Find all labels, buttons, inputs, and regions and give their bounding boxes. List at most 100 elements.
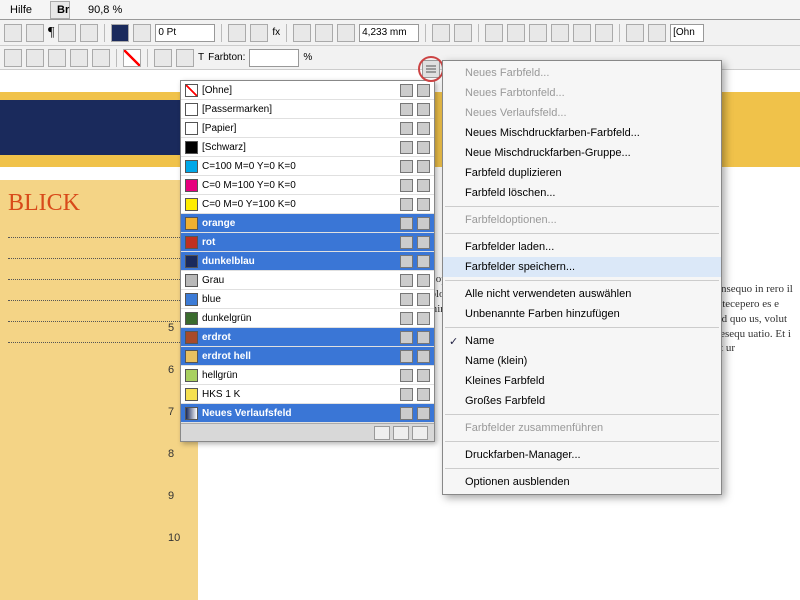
zoom-level[interactable]: 90,8 %: [82, 2, 128, 18]
tool-icon[interactable]: [648, 24, 666, 42]
menu-item[interactable]: Farbfeld löschen...: [443, 183, 721, 203]
delete-swatch-button[interactable]: [412, 426, 428, 440]
swatch-row[interactable]: dunkelgrün: [181, 309, 434, 328]
tint-unit: %: [303, 52, 312, 63]
swatch-chip: [185, 255, 198, 268]
swatch-row[interactable]: Neues Verlaufsfeld: [181, 404, 434, 423]
menu-help[interactable]: Hilfe: [4, 2, 38, 18]
swatch-type-icon: [400, 274, 413, 287]
swatch-chip: [185, 84, 198, 97]
tool-icon[interactable]: [58, 24, 76, 42]
swatch-row[interactable]: erdrot hell: [181, 347, 434, 366]
swatch-row[interactable]: C=0 M=0 Y=100 K=0: [181, 195, 434, 214]
bridge-button[interactable]: Br: [50, 1, 70, 19]
tool-icon[interactable]: [573, 24, 591, 42]
tool-icon[interactable]: [293, 24, 311, 42]
menu-item[interactable]: Farbfelder laden...: [443, 237, 721, 257]
swatch-row[interactable]: [Passermarken]: [181, 100, 434, 119]
swatch-mode-icon: [417, 255, 430, 268]
tool-icon[interactable]: [250, 24, 268, 42]
swatch-mode-icon: [417, 103, 430, 116]
menu-item[interactable]: Kleines Farbfeld: [443, 371, 721, 391]
tint-input[interactable]: [249, 49, 299, 67]
tool-icon[interactable]: [228, 24, 246, 42]
tool-icon[interactable]: [595, 24, 613, 42]
tool-icon[interactable]: [48, 49, 66, 67]
swatch-row[interactable]: [Papier]: [181, 119, 434, 138]
menu-item-label: Name (klein): [465, 355, 527, 367]
tool-icon[interactable]: [551, 24, 569, 42]
swatch-row[interactable]: rot: [181, 233, 434, 252]
tool-icon[interactable]: [315, 24, 333, 42]
tool-icon[interactable]: [4, 49, 22, 67]
swatches-panel[interactable]: [Ohne][Passermarken][Papier][Schwarz]C=1…: [180, 80, 435, 442]
swatch-row[interactable]: hellgrün: [181, 366, 434, 385]
new-swatch-button[interactable]: [393, 426, 409, 440]
tool-icon[interactable]: [26, 49, 44, 67]
menu-item[interactable]: Großes Farbfeld: [443, 391, 721, 411]
tool-icon[interactable]: [70, 49, 88, 67]
menu-item-label: Name: [465, 335, 494, 347]
tool-icon[interactable]: [92, 49, 110, 67]
menu-item[interactable]: Alle nicht verwendeten auswählen: [443, 284, 721, 304]
swatch-name: HKS 1 K: [202, 389, 396, 400]
menu-item: Neues Farbtonfeld...: [443, 83, 721, 103]
tool-icon[interactable]: [176, 49, 194, 67]
menu-item[interactable]: Farbfeld duplizieren: [443, 163, 721, 183]
swatch-chip: [185, 350, 198, 363]
menu-item[interactable]: Druckfarben-Manager...: [443, 445, 721, 465]
fill-swatch[interactable]: [111, 24, 129, 42]
menu-item[interactable]: Unbenannte Farben hinzufügen: [443, 304, 721, 324]
menu-item[interactable]: ✓ Name: [443, 331, 721, 351]
swatch-row[interactable]: erdrot: [181, 328, 434, 347]
tool-icon[interactable]: [80, 24, 98, 42]
swatch-chip: [185, 312, 198, 325]
swatch-row[interactable]: dunkelblau: [181, 252, 434, 271]
tool-icon[interactable]: [626, 24, 644, 42]
tool-icon[interactable]: [507, 24, 525, 42]
menu-separator: [445, 414, 719, 415]
tool-icon[interactable]: [4, 24, 22, 42]
tool-icon[interactable]: [337, 24, 355, 42]
swatch-name: orange: [202, 218, 396, 229]
paragraph-icon[interactable]: ¶: [48, 25, 54, 41]
swatch-row[interactable]: C=100 M=0 Y=0 K=0: [181, 157, 434, 176]
menu-item-label: Farbfeldoptionen...: [465, 214, 557, 226]
menu-item[interactable]: Optionen ausblenden: [443, 472, 721, 492]
menu-item[interactable]: Name (klein): [443, 351, 721, 371]
swatch-row[interactable]: [Ohne]: [181, 81, 434, 100]
new-swatch-button[interactable]: [374, 426, 390, 440]
panel-menu-button[interactable]: [422, 60, 440, 78]
tool-icon[interactable]: [454, 24, 472, 42]
menu-item-label: Unbenannte Farben hinzufügen: [465, 308, 620, 320]
swatches-flyout-menu[interactable]: Neues Farbfeld...Neues Farbtonfeld...Neu…: [442, 60, 722, 495]
menu-item[interactable]: Neue Mischdruckfarben-Gruppe...: [443, 143, 721, 163]
swatch-row[interactable]: HKS 1 K: [181, 385, 434, 404]
menu-item[interactable]: Neues Mischdruckfarben-Farbfeld...: [443, 123, 721, 143]
tool-icon[interactable]: [154, 49, 172, 67]
check-icon: ✓: [449, 335, 458, 348]
swatches-list[interactable]: [Ohne][Passermarken][Papier][Schwarz]C=1…: [181, 81, 434, 423]
swatch-type-icon: [400, 217, 413, 230]
swatch-row[interactable]: orange: [181, 214, 434, 233]
swatch-name: Grau: [202, 275, 396, 286]
swatch-row[interactable]: C=0 M=100 Y=0 K=0: [181, 176, 434, 195]
tool-icon[interactable]: [432, 24, 450, 42]
menubar[interactable]: Hilfe Br 90,8 %: [0, 0, 800, 20]
tool-icon[interactable]: [485, 24, 503, 42]
swatch-chip: [185, 160, 198, 173]
style-field[interactable]: [670, 24, 704, 42]
tool-icon[interactable]: [529, 24, 547, 42]
swatch-chip: [185, 236, 198, 249]
swatch-row[interactable]: [Schwarz]: [181, 138, 434, 157]
stroke-weight-input[interactable]: [155, 24, 215, 42]
none-swatch[interactable]: [123, 49, 141, 67]
swatch-row[interactable]: blue: [181, 290, 434, 309]
menu-item-label: Neues Mischdruckfarben-Farbfeld...: [465, 127, 640, 139]
menu-item[interactable]: Farbfelder speichern...: [443, 257, 721, 277]
swatch-type-icon: [400, 331, 413, 344]
stroke-swatch[interactable]: [133, 24, 151, 42]
measure-input[interactable]: [359, 24, 419, 42]
swatch-row[interactable]: Grau: [181, 271, 434, 290]
tool-icon[interactable]: [26, 24, 44, 42]
